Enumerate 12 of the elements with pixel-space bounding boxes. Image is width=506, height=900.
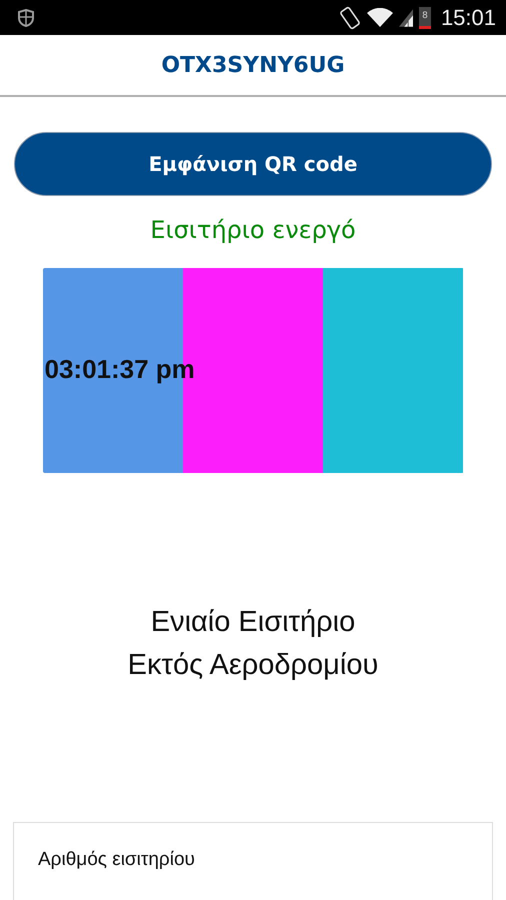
ticket-type-text: Εκτός Αεροδρομίου	[128, 649, 378, 682]
ticket-status: Εισιτήριο ενεργό	[150, 216, 356, 244]
show-qr-button[interactable]: Εμφάνιση QR code	[14, 132, 492, 196]
battery-icon: 8	[418, 6, 431, 28]
ticket-type-text: Ενιαίο Εισιτήριο	[150, 606, 356, 639]
ticket-number-label: Αριθμός εισιτηρίου	[38, 849, 195, 870]
wifi-icon	[366, 8, 393, 28]
vibrate-icon	[338, 6, 361, 30]
ticket-code-title: OTX3SYNY6UG	[161, 52, 345, 78]
signal-icon	[398, 8, 413, 28]
clock-time: 15:01	[440, 4, 496, 30]
shield-icon	[18, 8, 34, 26]
